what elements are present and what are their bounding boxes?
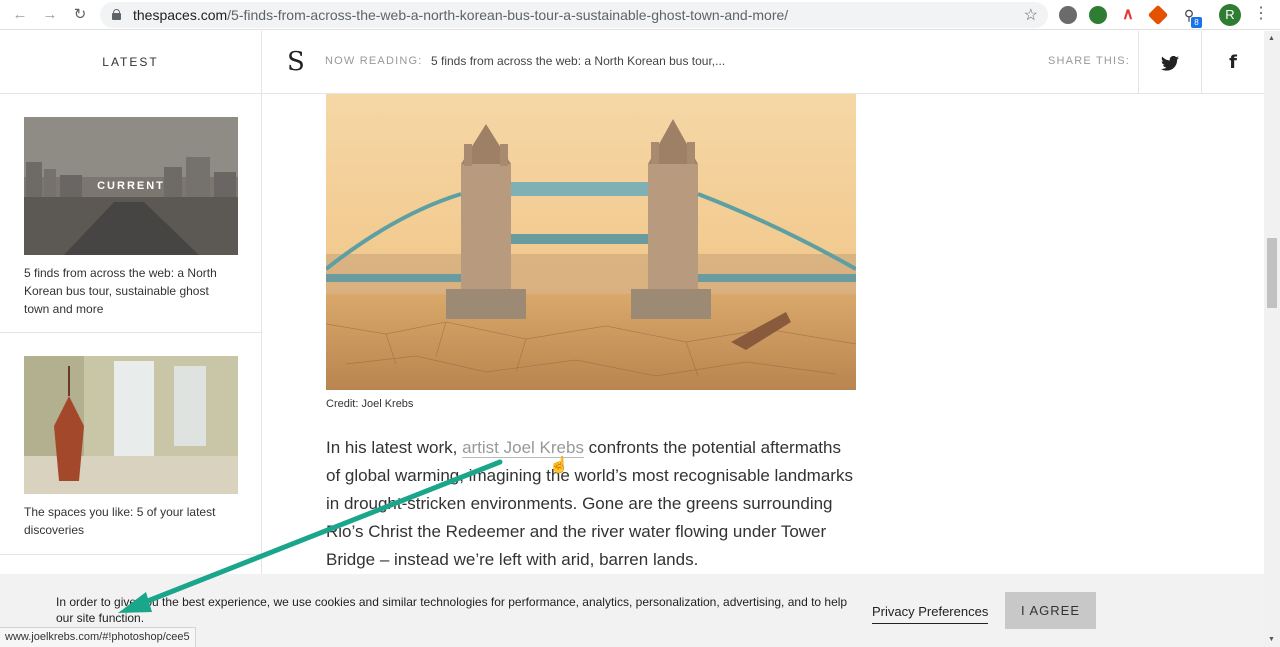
back-icon[interactable]: ← [10,5,30,25]
link-status-bar: www.joelkrebs.com/#!photoshop/cee5 [0,627,196,647]
current-badge: CURRENT [97,180,165,192]
page-scrollbar[interactable]: ▲ ▼ [1264,31,1280,647]
site-header: LATEST S NOW READING: 5 finds from acros… [0,31,1264,94]
sidebar-card-title[interactable]: 5 finds from across the web: a North Kor… [24,264,234,318]
privacy-preferences-link[interactable]: Privacy Preferences [872,604,989,624]
sidebar-card-current[interactable]: CURRENT 5 finds from across the web: a N… [0,94,261,333]
sidebar-card[interactable]: The spaces you like: 5 of your latest di… [0,333,261,555]
twitter-share-button[interactable] [1138,31,1201,94]
latest-sidebar: CURRENT 5 finds from across the web: a N… [0,94,262,574]
address-bar[interactable]: thespaces.com/5-finds-from-across-the-we… [100,2,1048,28]
image-credit: Credit: Joel Krebs [326,398,414,410]
lock-icon [112,9,121,20]
scroll-up-icon[interactable]: ▲ [1268,35,1275,42]
twitter-icon [1161,56,1179,71]
reload-icon[interactable]: ↻ [70,5,90,25]
sidebar-card-title[interactable]: The spaces you like: 5 of your latest di… [24,503,234,539]
latest-tab[interactable]: LATEST [0,31,262,94]
now-reading-label: NOW READING: [325,55,423,67]
bookmark-star-icon[interactable]: ☆ [1024,5,1038,25]
extension-badge: 8 [1191,17,1202,28]
site-logo[interactable]: S [287,47,305,77]
browser-toolbar: ← → ↻ thespaces.com/5-finds-from-across-… [0,0,1280,30]
paragraph-lead: In his latest work, [326,438,463,457]
article-paragraph: In his latest work, artist Joel Krebs co… [326,434,856,574]
facebook-share-button[interactable]: f [1201,31,1264,94]
cookie-message: In order to give you the best experience… [56,595,848,625]
extension-icon-5[interactable]: ⚲ 8 [1180,6,1202,28]
extension-icon-1[interactable] [1059,6,1077,24]
sidebar-thumbnail-north-korea[interactable]: CURRENT [24,117,238,255]
extension-icon-2[interactable] [1089,6,1107,24]
article-hero-image [326,94,856,390]
agree-button[interactable]: I AGREE [1005,592,1096,629]
paragraph-rest: confronts the potential aftermaths of gl… [326,438,853,569]
forward-icon[interactable]: → [40,5,60,25]
browser-menu-icon[interactable]: ⋮ [1253,5,1269,23]
extension-icon-4[interactable] [1147,4,1169,26]
sidebar-thumbnail-room[interactable] [24,356,238,494]
share-label: SHARE THIS: [1048,55,1131,67]
scroll-down-icon[interactable]: ▼ [1268,636,1275,643]
hand-cursor-icon: ☝ [549,457,569,474]
profile-avatar[interactable]: R [1219,4,1241,26]
url-text: thespaces.com/5-finds-from-across-the-we… [133,7,789,23]
now-reading-title: 5 finds from across the web: a North Kor… [431,54,726,68]
facebook-icon: f [1229,52,1237,73]
extension-icon-3[interactable]: ∧ [1119,6,1137,24]
scroll-thumb[interactable] [1267,238,1277,308]
